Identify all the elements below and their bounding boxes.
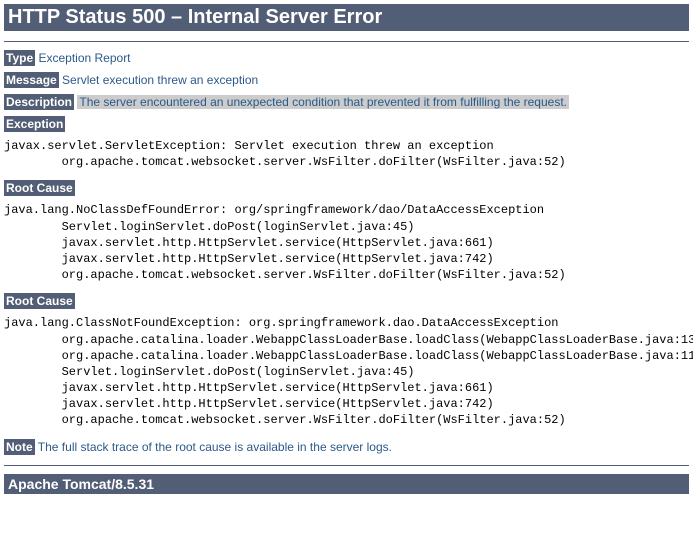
description-value: The server encountered an unexpected con… bbox=[77, 95, 569, 109]
root-cause-heading-2: Root Cause bbox=[4, 293, 689, 309]
note-row: Note The full stack trace of the root ca… bbox=[4, 439, 689, 455]
type-row: Type Exception Report bbox=[4, 50, 689, 66]
description-label: Description bbox=[4, 94, 74, 110]
message-label: Message bbox=[4, 72, 59, 88]
note-label: Note bbox=[4, 439, 35, 455]
exception-heading: Exception bbox=[4, 116, 689, 132]
note-value: The full stack trace of the root cause i… bbox=[38, 440, 392, 454]
server-footer: Apache Tomcat/8.5.31 bbox=[4, 474, 689, 494]
page-title: HTTP Status 500 – Internal Server Error bbox=[4, 4, 689, 31]
type-value: Exception Report bbox=[38, 51, 130, 65]
divider bbox=[4, 465, 689, 466]
exception-trace: javax.servlet.ServletException: Servlet … bbox=[4, 138, 689, 170]
description-row: Description The server encountered an un… bbox=[4, 94, 689, 110]
root-cause-trace-2: java.lang.ClassNotFoundException: org.sp… bbox=[4, 315, 689, 428]
type-label: Type bbox=[4, 50, 35, 66]
divider bbox=[4, 41, 689, 42]
root-cause-trace-1: java.lang.NoClassDefFoundError: org/spri… bbox=[4, 202, 689, 283]
exception-label: Exception bbox=[4, 116, 65, 132]
root-cause-label-2: Root Cause bbox=[4, 293, 75, 309]
message-row: Message Servlet execution threw an excep… bbox=[4, 72, 689, 88]
message-value: Servlet execution threw an exception bbox=[62, 73, 258, 87]
root-cause-label-1: Root Cause bbox=[4, 180, 75, 196]
root-cause-heading-1: Root Cause bbox=[4, 180, 689, 196]
